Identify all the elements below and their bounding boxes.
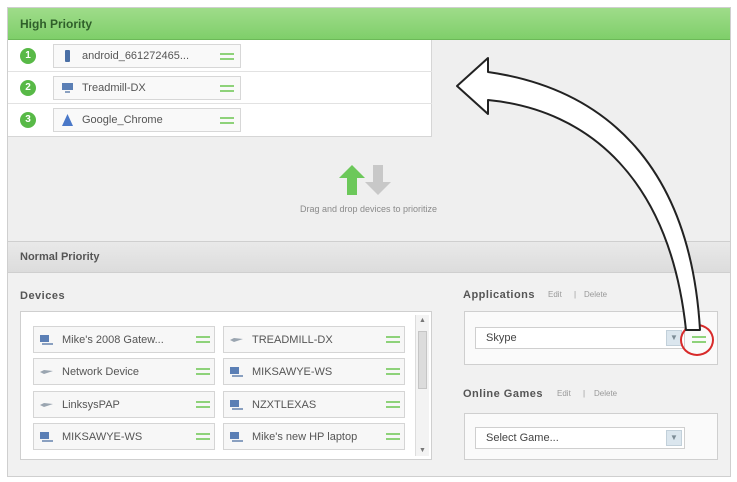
applications-edit-link[interactable]: Edit [548,290,562,299]
phone-icon [65,50,70,62]
drag-handle-icon[interactable] [386,336,400,343]
device-name: Treadmill-DX [82,82,146,94]
scroll-up-icon[interactable]: ▲ [419,317,426,324]
link-separator: | [583,389,586,398]
list-item: 1 android_661272465... [8,40,432,72]
high-priority-title: High Priority [20,17,93,31]
link-separator: | [574,290,577,299]
device-chip[interactable]: MIKSAWYE-WS [33,423,215,450]
devices-label: Devices [20,290,66,302]
list-item: 3 Google_Chrome [8,104,432,136]
device-name: LinksysPAP [62,399,120,411]
device-name: android_661272465... [82,50,190,62]
device-chip[interactable]: android_661272465... [53,44,241,68]
device-name: MIKSAWYE-WS [62,431,143,443]
computer-icon [40,335,53,345]
computer-icon [40,432,53,442]
applications-label: Applications [463,289,536,301]
drag-handle-icon[interactable] [386,401,400,408]
device-name: Mike's 2008 Gatew... [62,334,164,346]
normal-priority-header: Normal Priority [8,241,730,273]
online-games-delete-link[interactable]: Delete [594,389,617,398]
device-name: Mike's new HP laptop [252,431,358,443]
computer-icon [230,400,243,410]
device-list-scrollbar[interactable]: ▲ ▼ [415,315,429,456]
rank-badge: 3 [20,112,36,128]
drag-handle-icon[interactable] [196,336,210,343]
high-priority-list: 1 android_661272465... 2 Treadmill-DX 3 … [8,40,432,137]
drag-handle-icon[interactable] [220,53,234,60]
computer-icon [230,432,243,442]
rank-badge: 2 [20,80,36,96]
device-chip[interactable]: NZXTLEXAS [223,391,405,418]
high-priority-header: High Priority [8,8,730,40]
device-chip[interactable]: LinksysPAP [33,391,215,418]
device-chip[interactable]: Network Device [33,358,215,385]
online-games-edit-link[interactable]: Edit [557,389,571,398]
computer-icon [230,367,243,377]
drop-hint: Drag and drop devices to prioritize [299,204,438,214]
computer-icon [62,83,73,93]
drag-handle-icon[interactable] [220,85,234,92]
device-list: Mike's 2008 Gatew... TREADMILL-DX Networ… [20,311,432,460]
list-item: 2 Treadmill-DX [8,72,432,104]
rank-badge: 1 [20,48,36,64]
drag-handle-icon[interactable] [220,117,234,124]
chevron-down-icon[interactable]: ▼ [666,430,682,446]
device-chip[interactable]: TREADMILL-DX [223,326,405,353]
up-down-arrows-icon [339,165,391,195]
online-games-box: Select Game... ▼ [464,413,718,460]
drag-handle-icon[interactable] [386,433,400,440]
scroll-thumb[interactable] [418,331,427,389]
drag-handle-icon[interactable] [196,401,210,408]
device-chip[interactable]: MIKSAWYE-WS [223,358,405,385]
device-name: TREADMILL-DX [252,334,333,346]
game-select[interactable]: Select Game... ▼ [475,427,685,449]
application-select[interactable]: Skype ▼ [475,327,685,349]
device-name: MIKSAWYE-WS [252,366,333,378]
device-name: NZXTLEXAS [252,399,317,411]
device-chip[interactable]: Treadmill-DX [53,76,241,100]
chrome-icon [62,114,73,126]
network-icon [40,403,53,407]
normal-priority-title: Normal Priority [20,251,100,263]
device-name: Network Device [62,366,140,378]
application-select-value: Skype [486,332,517,344]
highlight-circle [680,324,714,356]
online-games-label: Online Games [463,388,543,400]
drag-handle-icon[interactable] [386,368,400,375]
device-chip[interactable]: Mike's new HP laptop [223,423,405,450]
network-icon [230,338,243,342]
applications-delete-link[interactable]: Delete [584,290,607,299]
scroll-down-icon[interactable]: ▼ [419,447,426,454]
device-chip[interactable]: Mike's 2008 Gatew... [33,326,215,353]
drag-handle-icon[interactable] [196,368,210,375]
game-select-value: Select Game... [486,432,559,444]
drag-handle-icon[interactable] [196,433,210,440]
network-icon [40,370,53,374]
device-chip[interactable]: Google_Chrome [53,108,241,132]
device-name: Google_Chrome [82,114,163,126]
